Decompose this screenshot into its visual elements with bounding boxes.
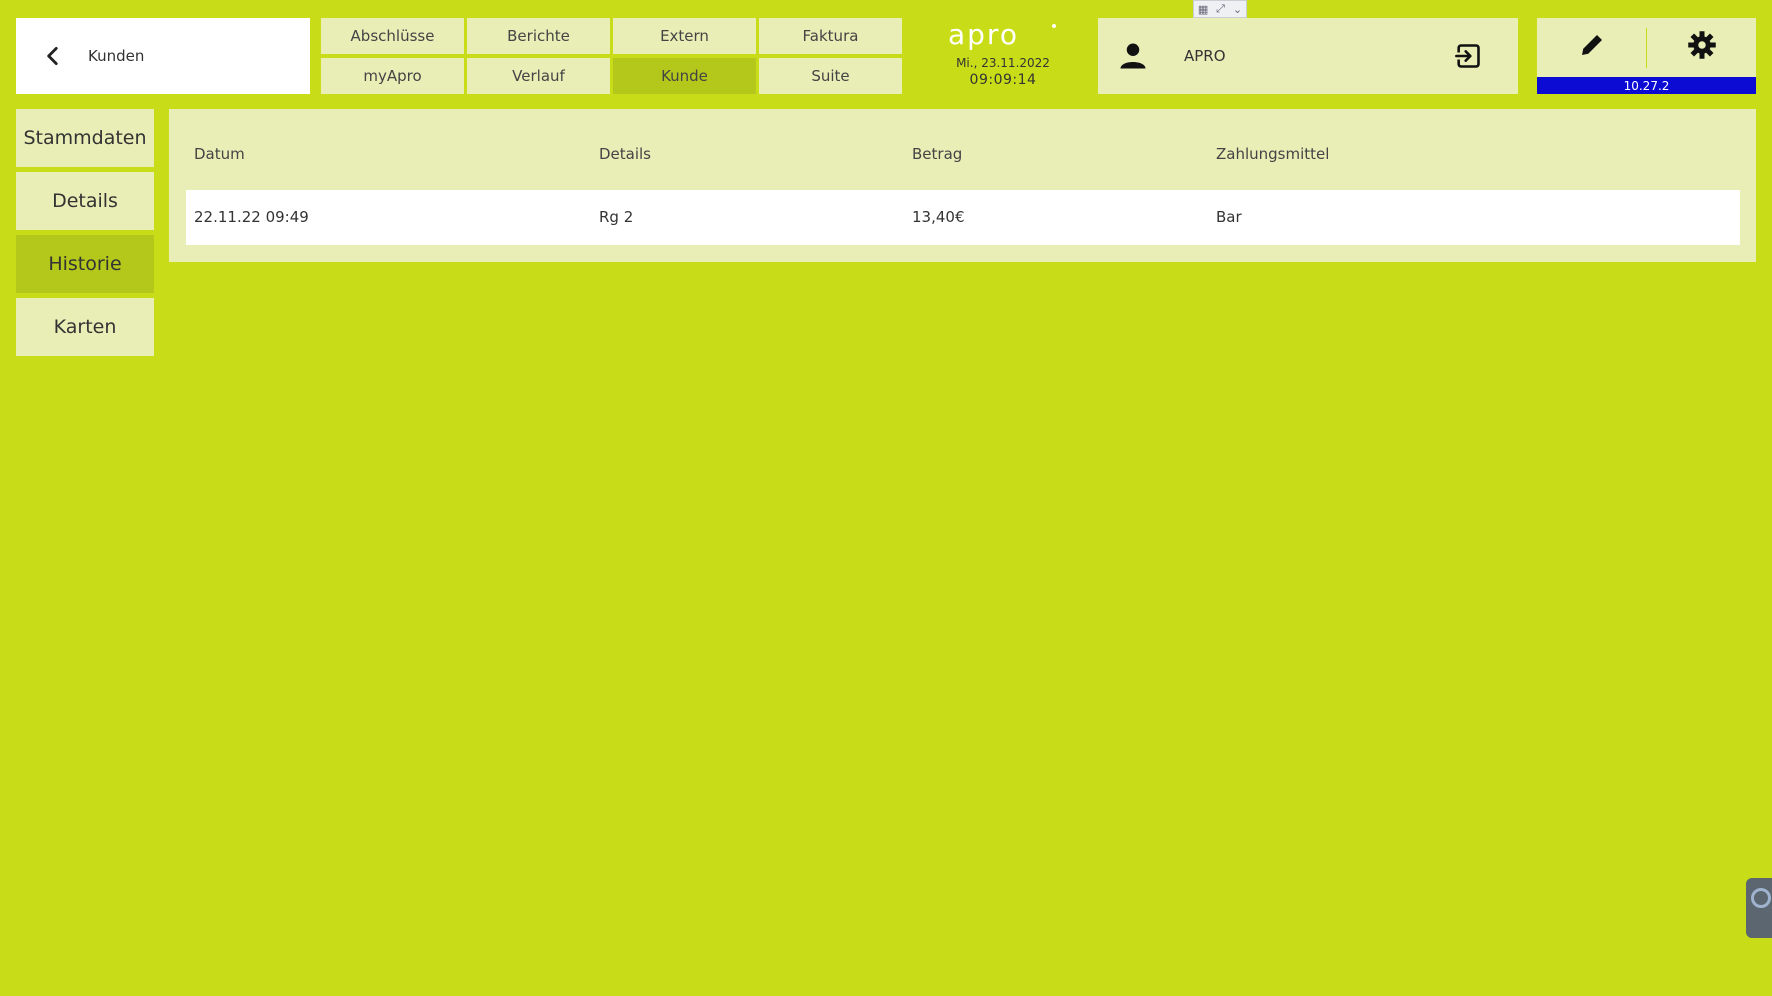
logout-icon[interactable]: [1454, 42, 1482, 70]
cell-datum: 22.11.22 09:49: [194, 208, 309, 226]
sidebar-item-stammdaten[interactable]: Stammdaten: [16, 109, 154, 167]
edge-widget[interactable]: [1746, 878, 1772, 938]
apro-logo: apro: [948, 20, 1056, 50]
person-icon: [1120, 43, 1146, 69]
tab-berichte[interactable]: Berichte: [467, 18, 610, 54]
back-button[interactable]: Kunden: [16, 18, 310, 94]
cell-details: Rg 2: [599, 208, 634, 226]
gear-icon[interactable]: [1687, 30, 1717, 60]
user-panel: APRO: [1098, 18, 1518, 94]
tab-faktura[interactable]: Faktura: [759, 18, 902, 54]
grid-icon[interactable]: ▦: [1198, 3, 1208, 16]
tab-verlauf[interactable]: Verlauf: [467, 58, 610, 94]
column-header-details: Details: [599, 145, 652, 163]
logo-block: apro Mi., 23.11.2022 09:09:14: [930, 20, 1076, 88]
sidebar-item-karten[interactable]: Karten: [16, 298, 154, 356]
table-header: Datum Details Betrag Zahlungsmittel: [169, 145, 1756, 169]
time-display: 09:09:14: [969, 72, 1037, 88]
tools-divider: [1646, 28, 1647, 68]
logo-text: apro: [948, 20, 1019, 50]
tab-kunde[interactable]: Kunde: [613, 58, 756, 94]
tab-extern[interactable]: Extern: [613, 18, 756, 54]
edge-widget-icon: [1751, 888, 1771, 908]
pencil-icon[interactable]: [1577, 30, 1607, 60]
tab-abschluesse[interactable]: Abschlüsse: [321, 18, 464, 54]
tools-panel: 10.27.2: [1537, 18, 1756, 94]
window-controls[interactable]: ▦ ⤢ ⌄: [1193, 0, 1247, 18]
column-header-datum: Datum: [194, 145, 245, 163]
table-row[interactable]: 22.11.22 09:49 Rg 2 13,40€ Bar: [186, 190, 1740, 245]
tab-myapro[interactable]: myApro: [321, 58, 464, 94]
column-header-zahlungsmittel: Zahlungsmittel: [1216, 145, 1330, 163]
version-bar: 10.27.2: [1537, 77, 1756, 94]
cell-zahlungsmittel: Bar: [1216, 208, 1242, 226]
history-panel: Datum Details Betrag Zahlungsmittel 22.1…: [169, 109, 1756, 262]
user-name: APRO: [1184, 47, 1226, 65]
chevron-down-icon[interactable]: ⌄: [1233, 3, 1242, 16]
cell-betrag: 13,40€: [912, 208, 965, 226]
expand-icon[interactable]: ⤢: [1216, 2, 1225, 16]
back-label: Kunden: [88, 47, 145, 65]
tab-suite[interactable]: Suite: [759, 58, 902, 94]
sidebar-item-details[interactable]: Details: [16, 172, 154, 230]
chevron-left-icon: [47, 47, 58, 65]
sidebar-item-historie[interactable]: Historie: [16, 235, 154, 293]
date-display: Mi., 23.11.2022: [956, 56, 1050, 70]
column-header-betrag: Betrag: [912, 145, 963, 163]
